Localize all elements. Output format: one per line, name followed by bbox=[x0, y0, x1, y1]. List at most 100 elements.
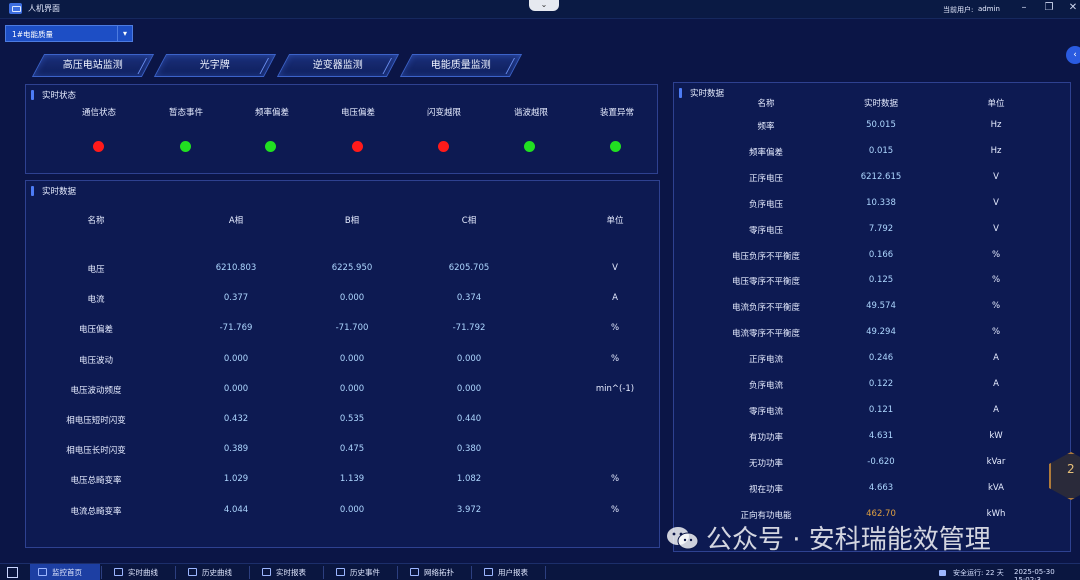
row-label: 电压总畸变率 bbox=[70, 476, 122, 487]
row-label: 电压波动频度 bbox=[70, 385, 122, 396]
apps-grid-icon[interactable] bbox=[7, 567, 18, 578]
phase-a-value: 0.389 bbox=[223, 444, 249, 455]
restore-icon[interactable]: ❐ bbox=[1042, 2, 1056, 13]
phase-a-value: 0.000 bbox=[223, 353, 249, 364]
panel-title: 实时数据 bbox=[42, 187, 77, 197]
column-header: 名称 bbox=[757, 99, 775, 109]
app-title: 人机界面 bbox=[28, 4, 60, 13]
tab-label: 高压电站监测 bbox=[62, 60, 123, 71]
chevron-down-icon[interactable]: ⌄ bbox=[529, 0, 559, 11]
phase-b-value: 6225.950 bbox=[331, 263, 373, 273]
row-unit: A bbox=[993, 379, 999, 389]
minimize-icon[interactable]: – bbox=[1017, 2, 1031, 13]
phase-b-value: 0.000 bbox=[339, 504, 365, 515]
column-header: 名称 bbox=[87, 216, 105, 226]
nav-divider bbox=[249, 566, 250, 579]
nav-realtime-curve[interactable]: 实时曲线 bbox=[104, 564, 174, 580]
phase-a-value: 0.432 bbox=[223, 414, 249, 424]
tab-power-quality-monitor[interactable]: 电能质量监测 bbox=[399, 54, 523, 77]
panel-title: 实时数据 bbox=[690, 89, 725, 99]
row-label: 电压负序不平衡度 bbox=[731, 251, 800, 262]
nav-history-events[interactable]: 历史事件 bbox=[326, 564, 396, 580]
phase-b-value: 0.000 bbox=[339, 293, 365, 304]
tab-light-signboard[interactable]: 光字牌 bbox=[153, 54, 277, 77]
shield-icon bbox=[939, 570, 946, 576]
column-header: C相 bbox=[461, 216, 477, 226]
nav-divider bbox=[397, 566, 398, 579]
status-indicator bbox=[610, 141, 621, 152]
phase-c-value: 0.380 bbox=[456, 444, 482, 455]
tab-high-voltage-station[interactable]: 高压电站监测 bbox=[31, 54, 155, 77]
row-value: 0.015 bbox=[868, 145, 894, 156]
column-header: B相 bbox=[344, 216, 360, 226]
tab-label: 光字牌 bbox=[199, 60, 230, 71]
phase-c-value: 3.972 bbox=[456, 504, 482, 515]
close-icon[interactable]: ✕ bbox=[1066, 2, 1080, 13]
row-value: 0.246 bbox=[868, 353, 894, 364]
event-icon bbox=[336, 568, 345, 576]
row-unit: % bbox=[991, 327, 1001, 338]
panel-marker bbox=[679, 88, 682, 98]
nav-label: 监控首页 bbox=[52, 568, 82, 577]
row-value: -0.620 bbox=[867, 456, 895, 467]
status-indicator bbox=[524, 141, 535, 152]
row-value: 10.338 bbox=[866, 197, 896, 208]
panel-marker bbox=[31, 90, 34, 100]
phase-a-value: 6210.803 bbox=[215, 263, 257, 273]
current-user-name: admin bbox=[978, 5, 1000, 13]
phase-a-value: 0.000 bbox=[223, 383, 249, 394]
row-unit: kWh bbox=[986, 508, 1006, 519]
nav-user-report[interactable]: 用户报表 bbox=[474, 564, 544, 580]
phase-b-value: 1.139 bbox=[339, 474, 365, 485]
topology-icon bbox=[410, 568, 419, 576]
nav-network-topology[interactable]: 网络拓扑 bbox=[400, 564, 470, 580]
phase-a-value: 0.377 bbox=[223, 293, 249, 304]
nav-realtime-report[interactable]: 实时报表 bbox=[252, 564, 322, 580]
row-label: 负序电流 bbox=[748, 381, 783, 391]
row-label: 有功功率 bbox=[748, 432, 783, 443]
tab-label: 电能质量监测 bbox=[430, 60, 491, 71]
column-header: 实时数据 bbox=[863, 99, 898, 109]
nav-label: 用户报表 bbox=[498, 568, 528, 577]
row-value: 4.631 bbox=[868, 430, 894, 441]
realtime-summary-data-panel: 实时数据 名称 实时数据 单位 频率 50.015 Hz 频率偏差 0.015 Hz 正序电压 62… bbox=[673, 82, 1071, 552]
row-unit: % bbox=[991, 275, 1001, 286]
tab-label: 逆变器监测 bbox=[312, 60, 363, 71]
column-header: A相 bbox=[228, 216, 244, 226]
panel-marker bbox=[31, 186, 34, 196]
chevron-down-icon[interactable]: ▾ bbox=[117, 26, 132, 41]
nav-history-curve[interactable]: 历史曲线 bbox=[178, 564, 248, 580]
status-indicator bbox=[265, 141, 276, 152]
phase-a-value: 4.044 bbox=[223, 504, 249, 515]
current-datetime: 2025-05-30 15:02:3 bbox=[1014, 568, 1055, 580]
nav-label: 实时报表 bbox=[276, 568, 306, 577]
nav-label: 历史曲线 bbox=[202, 568, 232, 577]
row-label: 电流负序不平衡度 bbox=[731, 303, 800, 314]
row-label: 频率 bbox=[757, 122, 775, 132]
row-value: 0.122 bbox=[868, 379, 894, 389]
phase-c-value: 1.082 bbox=[456, 474, 482, 485]
chevron-left-icon[interactable]: ‹ bbox=[1066, 46, 1080, 64]
row-unit: Hz bbox=[990, 145, 1002, 156]
title-bar: 人机界面 ⌄ 当前用户: admin – ❐ ✕ bbox=[0, 0, 1080, 19]
row-unit: % bbox=[610, 474, 620, 485]
row-label: 电压零序不平衡度 bbox=[731, 277, 800, 288]
row-label: 电流零序不平衡度 bbox=[731, 329, 800, 340]
row-label: 负序电压 bbox=[748, 199, 783, 210]
phase-c-value: 0.000 bbox=[456, 383, 482, 394]
row-unit: % bbox=[991, 301, 1001, 312]
tab-inverter-monitor[interactable]: 逆变器监测 bbox=[276, 54, 400, 77]
row-label: 电流 bbox=[87, 295, 105, 306]
row-unit: A bbox=[993, 404, 999, 415]
row-unit: V bbox=[993, 197, 999, 208]
panel-title: 实时状态 bbox=[42, 91, 77, 101]
badge-text: 2 bbox=[1067, 462, 1075, 476]
row-value: 49.574 bbox=[866, 301, 896, 312]
realtime-status-panel: 实时状态 通信状态 暂态事件 频率偏差 电压偏差 闪变越限 谐波越限 装置异常 bbox=[25, 84, 658, 174]
device-select[interactable]: 1#电能质量 ▾ bbox=[5, 25, 133, 42]
status-indicator bbox=[352, 141, 363, 152]
row-label: 正序电压 bbox=[748, 173, 783, 184]
row-value: 50.015 bbox=[866, 120, 896, 130]
row-label: 相电压短时闪变 bbox=[66, 416, 126, 426]
nav-home[interactable]: 监控首页 bbox=[30, 564, 100, 580]
